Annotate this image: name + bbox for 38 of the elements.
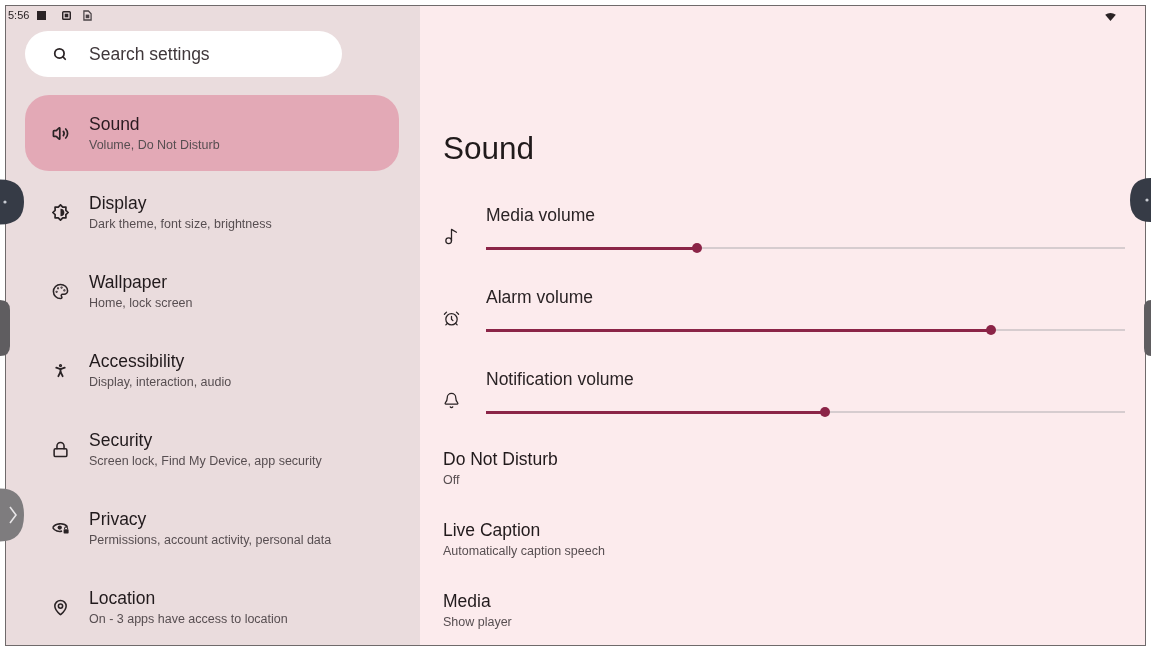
edge-handle-icon[interactable] (1130, 178, 1151, 222)
alarm-clock-icon (443, 310, 460, 327)
square-icon (37, 10, 47, 20)
status-time: 5:56 (8, 9, 30, 21)
location-pin-icon (51, 598, 69, 616)
sidebar-item[interactable]: Sound Volume, Do Not Disturb (25, 95, 399, 171)
search-field[interactable]: Search settings (25, 31, 342, 77)
chevron-right-icon[interactable] (0, 488, 24, 542)
slider-label: Media volume (486, 204, 595, 226)
brightness-icon (51, 203, 69, 221)
eye-lock-icon (51, 522, 69, 534)
page-title: Sound (443, 130, 535, 166)
edge-handle-icon[interactable] (1144, 300, 1151, 356)
sidebar-item[interactable]: Accessibility Display, interaction, audio (25, 332, 399, 408)
slider-label: Alarm volume (486, 286, 593, 308)
settings-item[interactable]: Media Show player (443, 591, 512, 630)
lock-icon (51, 440, 69, 458)
sidebar-item[interactable]: Privacy Permissions, account activity, personal data (25, 490, 399, 566)
sidebar-item[interactable]: Security Screen lock, Find My Device, app security (25, 411, 399, 487)
slider-thumb[interactable] (985, 325, 996, 335)
music-note-icon (443, 228, 460, 245)
wifi-icon (1105, 13, 1116, 21)
bell-icon (443, 392, 460, 409)
palette-icon (51, 282, 69, 300)
settings-item[interactable]: Do Not Disturb Off (443, 449, 558, 488)
search-icon (53, 47, 67, 61)
sidebar-item[interactable]: Wallpaper Home, lock screen (25, 253, 399, 329)
settings-item[interactable]: Live Caption Automatically caption speech (443, 520, 605, 559)
slider-label: Notification volume (486, 368, 634, 390)
edge-handle-icon[interactable] (0, 179, 24, 225)
sim-card-icon (83, 9, 93, 21)
edge-handle-icon[interactable] (0, 300, 10, 356)
sidebar-item[interactable]: Display Dark theme, font size, brightness (25, 174, 399, 250)
speaker-icon (51, 124, 69, 142)
sidebar-item[interactable]: Location On - 3 apps have access to location (25, 569, 399, 645)
square-icon (62, 10, 72, 20)
slider-thumb[interactable] (691, 243, 702, 253)
slider-thumb[interactable] (819, 407, 830, 417)
